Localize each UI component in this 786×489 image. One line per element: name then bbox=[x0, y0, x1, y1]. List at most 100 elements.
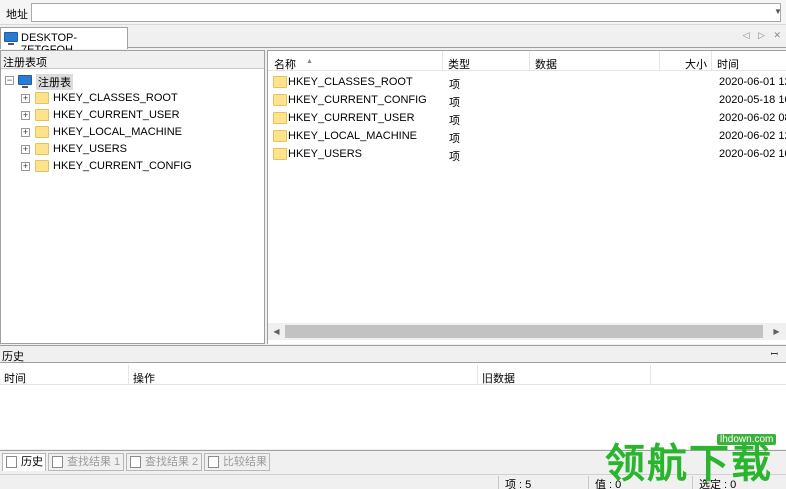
tree-item-hkey-current-config[interactable]: + HKEY_CURRENT_CONFIG bbox=[1, 158, 261, 175]
tree-item-label: HKEY_CURRENT_CONFIG bbox=[53, 160, 192, 172]
registry-tree-panel: 注册表项 − 注册表 + HKEY_CLASSES_ROOT + HKEY_CU… bbox=[0, 50, 265, 344]
compare-icon bbox=[208, 456, 219, 468]
column-time[interactable]: 时间 bbox=[712, 51, 786, 71]
row-name: HKEY_CURRENT_CONFIG bbox=[288, 94, 427, 106]
history-column-action[interactable]: 操作 bbox=[129, 365, 478, 385]
list-row[interactable]: HKEY_CLASSES_ROOT 项 2020-06-01 12 bbox=[268, 73, 786, 91]
scroll-thumb[interactable] bbox=[285, 325, 763, 338]
folder-icon bbox=[273, 76, 287, 88]
row-type: 项 bbox=[449, 151, 460, 163]
tab-find-results-1[interactable]: 查找结果 1 bbox=[48, 453, 124, 471]
watermark-text: 领航下载 bbox=[605, 441, 773, 487]
row-time: 2020-05-18 10 bbox=[719, 94, 786, 106]
row-time: 2020-06-01 12 bbox=[719, 76, 786, 88]
row-name: HKEY_CLASSES_ROOT bbox=[288, 76, 413, 88]
tab-navigation[interactable]: ◁ ▷ ✕ bbox=[743, 30, 784, 41]
expand-icon[interactable]: + bbox=[21, 128, 30, 137]
history-column-old-data[interactable]: 旧数据 bbox=[478, 365, 651, 385]
computer-icon bbox=[4, 32, 18, 45]
row-type: 项 bbox=[449, 133, 460, 145]
history-column-old-data-label: 旧数据 bbox=[482, 373, 515, 385]
scroll-right-icon[interactable]: ▶ bbox=[768, 323, 785, 340]
machine-tab-bar: DESKTOP-7ETGFQH ◁ ▷ ✕ bbox=[0, 26, 786, 56]
tab-history-label: 历史 bbox=[21, 456, 43, 468]
tab-find-results-2[interactable]: 查找结果 2 bbox=[126, 453, 202, 471]
history-title: 历史 bbox=[2, 351, 24, 363]
computer-icon bbox=[18, 75, 32, 88]
history-column-action-label: 操作 bbox=[133, 373, 155, 385]
tab-history[interactable]: 历史 bbox=[2, 453, 46, 471]
history-header: 时间 操作 旧数据 bbox=[0, 365, 786, 385]
list-row[interactable]: HKEY_CURRENT_CONFIG 项 2020-05-18 10 bbox=[268, 91, 786, 109]
folder-icon bbox=[35, 160, 49, 172]
tab-compare-results[interactable]: 比较结果 bbox=[204, 453, 270, 471]
column-data[interactable]: 数据 bbox=[530, 51, 660, 71]
column-size[interactable]: 大小 bbox=[660, 51, 712, 71]
machine-tab[interactable]: DESKTOP-7ETGFQH bbox=[0, 27, 128, 56]
horizontal-scrollbar[interactable]: ◀ ▶ bbox=[268, 323, 786, 340]
column-type-label: 类型 bbox=[448, 59, 470, 71]
tree-item-hkey-local-machine[interactable]: + HKEY_LOCAL_MACHINE bbox=[1, 124, 261, 141]
history-icon bbox=[6, 456, 17, 468]
row-name: HKEY_USERS bbox=[288, 148, 362, 160]
folder-icon bbox=[273, 148, 287, 160]
column-data-label: 数据 bbox=[535, 59, 557, 71]
tree-header-label: 注册表项 bbox=[3, 57, 47, 69]
tree-item-label: HKEY_CLASSES_ROOT bbox=[53, 92, 178, 104]
row-name: HKEY_CURRENT_USER bbox=[288, 112, 415, 124]
tree-item-label: HKEY_CURRENT_USER bbox=[53, 109, 180, 121]
tree-item-label: HKEY_LOCAL_MACHINE bbox=[53, 126, 182, 138]
column-name-label: 名称 bbox=[274, 59, 296, 71]
row-name: HKEY_LOCAL_MACHINE bbox=[288, 130, 417, 142]
tree-item-hkey-users[interactable]: + HKEY_USERS bbox=[1, 141, 261, 158]
history-column-time-label: 时间 bbox=[4, 373, 26, 385]
row-time: 2020-06-02 08 bbox=[719, 112, 786, 124]
column-type[interactable]: 类型 bbox=[443, 51, 530, 71]
column-time-label: 时间 bbox=[717, 59, 739, 71]
folder-icon bbox=[273, 130, 287, 142]
row-type: 项 bbox=[449, 79, 460, 91]
address-bar: 地址 ▼ bbox=[0, 0, 786, 25]
history-column-time[interactable]: 时间 bbox=[0, 365, 129, 385]
expand-icon[interactable]: + bbox=[21, 162, 30, 171]
tree-item-hkey-classes-root[interactable]: + HKEY_CLASSES_ROOT bbox=[1, 90, 261, 107]
column-name[interactable]: 名称 ▲ bbox=[268, 51, 443, 71]
expand-icon[interactable]: + bbox=[21, 145, 30, 154]
status-items: 项 : 5 bbox=[498, 476, 588, 489]
list-header: 名称 ▲ 类型 数据 大小 时间 bbox=[268, 51, 786, 71]
registry-list-panel: 名称 ▲ 类型 数据 大小 时间 HKEY_CLASSES_ROOT 项 202… bbox=[267, 50, 786, 344]
tab-find-results-2-label: 查找结果 2 bbox=[145, 456, 199, 468]
list-row[interactable]: HKEY_USERS 项 2020-06-02 10 bbox=[268, 145, 786, 163]
address-dropdown-icon[interactable]: ▼ bbox=[772, 3, 784, 20]
scroll-left-icon[interactable]: ◀ bbox=[268, 323, 285, 340]
column-size-label: 大小 bbox=[685, 59, 707, 71]
folder-icon bbox=[273, 112, 287, 124]
row-type: 项 bbox=[449, 115, 460, 127]
row-type: 项 bbox=[449, 97, 460, 109]
pin-icon[interactable]: ꟷ bbox=[771, 347, 778, 360]
tab-compare-results-label: 比较结果 bbox=[223, 456, 267, 468]
find-results-icon bbox=[130, 456, 141, 468]
list-row[interactable]: HKEY_LOCAL_MACHINE 项 2020-06-02 12 bbox=[268, 127, 786, 145]
expand-icon[interactable]: + bbox=[21, 94, 30, 103]
folder-icon bbox=[35, 109, 49, 121]
tree-root-label: 注册表 bbox=[36, 74, 73, 90]
folder-icon bbox=[35, 143, 49, 155]
address-input[interactable] bbox=[31, 3, 781, 22]
expand-icon[interactable]: + bbox=[21, 111, 30, 120]
folder-icon bbox=[35, 92, 49, 104]
tree-item-hkey-current-user[interactable]: + HKEY_CURRENT_USER bbox=[1, 107, 261, 124]
address-label: 地址 bbox=[6, 9, 28, 21]
row-time: 2020-06-02 12 bbox=[719, 130, 786, 142]
watermark: lhdown.com 领航下载 bbox=[605, 434, 785, 486]
tree-item-label: HKEY_USERS bbox=[53, 143, 127, 155]
collapse-icon[interactable]: − bbox=[5, 76, 14, 85]
tree-header: 注册表项 bbox=[1, 51, 264, 69]
folder-icon bbox=[35, 126, 49, 138]
tab-find-results-1-label: 查找结果 1 bbox=[67, 456, 121, 468]
row-time: 2020-06-02 10 bbox=[719, 148, 786, 160]
tree-root[interactable]: − 注册表 bbox=[1, 72, 261, 90]
sort-up-icon: ▲ bbox=[306, 58, 313, 65]
list-row[interactable]: HKEY_CURRENT_USER 项 2020-06-02 08 bbox=[268, 109, 786, 127]
find-results-icon bbox=[52, 456, 63, 468]
